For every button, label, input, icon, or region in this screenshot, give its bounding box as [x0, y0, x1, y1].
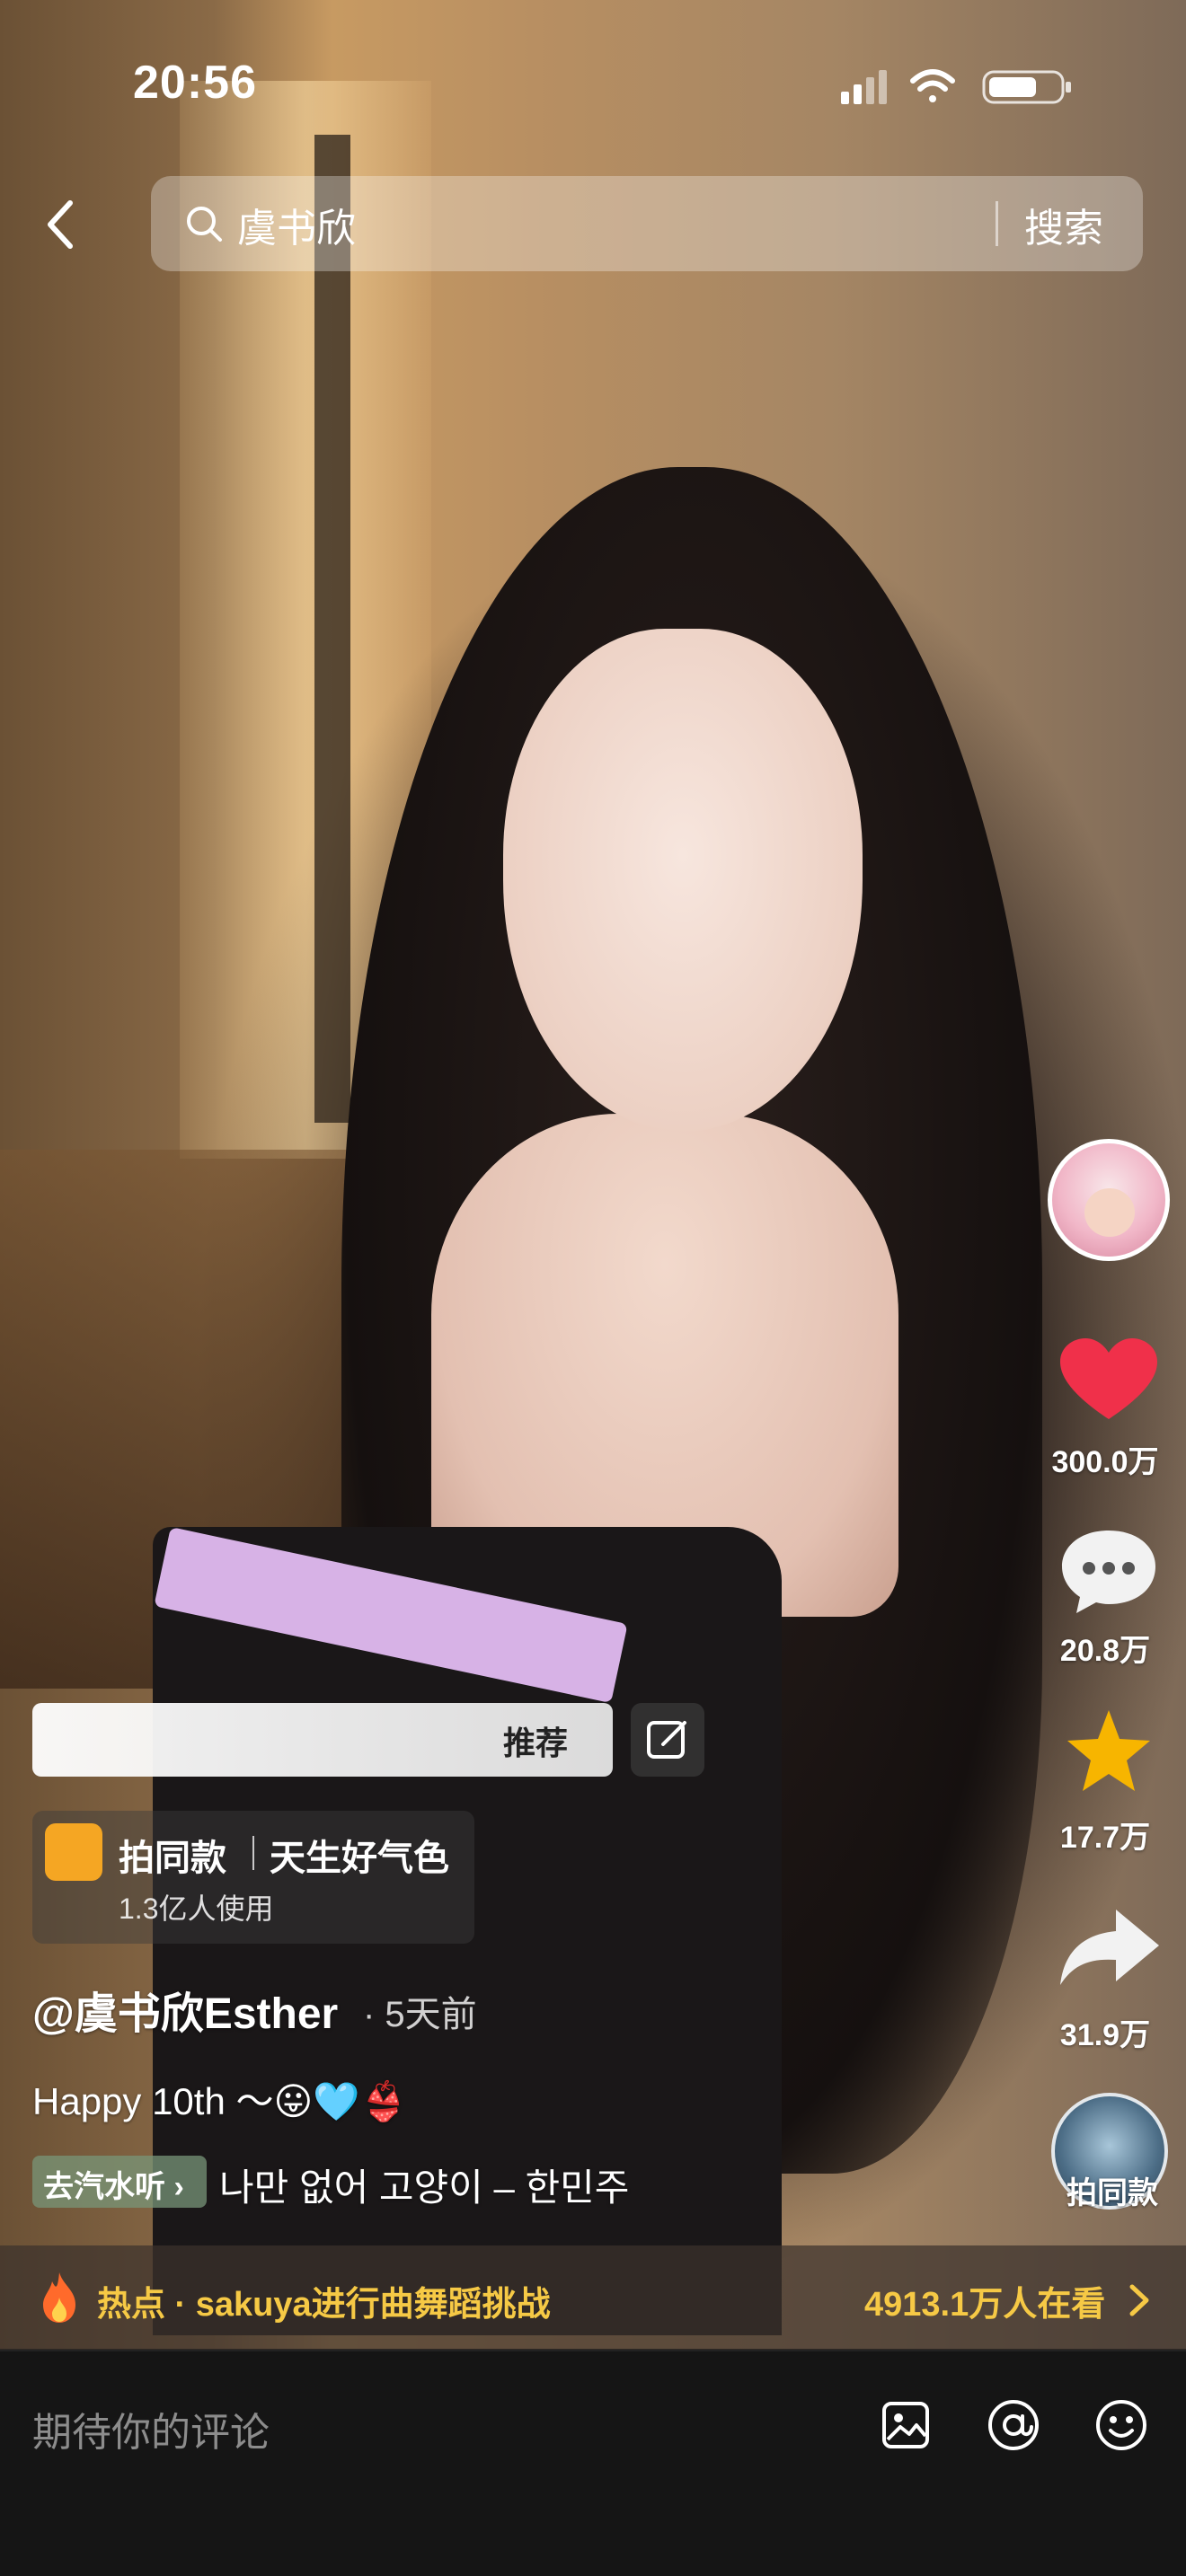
- effect-title: 拍同款: [119, 1839, 226, 1878]
- search-query: 虞书欣: [237, 207, 356, 251]
- hot-topic-text: 热点 · sakuya进行曲舞蹈挑战: [97, 2286, 551, 2324]
- music-app-pill-text: 去汽水听 ›: [43, 2170, 184, 2204]
- favorite-count: 17.7万: [1059, 1821, 1151, 1855]
- music-title[interactable]: 나만 없어 고양이 – 한민주: [219, 2157, 629, 2212]
- post-caption: Happy 10th ～😛🩵👙: [32, 2080, 407, 2122]
- share-arrow-icon: [1060, 1910, 1159, 1985]
- edit-button[interactable]: [631, 1703, 704, 1777]
- share-count: 31.9万: [1059, 2018, 1151, 2052]
- like-button[interactable]: [1048, 1337, 1170, 1426]
- heart-icon: [1060, 1338, 1157, 1419]
- effect-name: 天生好气色: [270, 1839, 449, 1878]
- mention-icon[interactable]: [985, 2396, 1042, 2454]
- emoji-icon[interactable]: [1093, 2396, 1150, 2454]
- comment-bar: [0, 2350, 1186, 2576]
- search-button[interactable]: 搜索: [1024, 196, 1103, 253]
- same-style-label[interactable]: 拍同款: [1049, 2168, 1175, 2212]
- edit-icon: [647, 1721, 686, 1759]
- author-avatar[interactable]: [1048, 1139, 1170, 1261]
- status-icons: [841, 69, 1071, 104]
- star-icon: [1067, 1710, 1150, 1791]
- chevron-left-icon: [48, 200, 73, 249]
- recommend-banner-text: 推荐: [503, 1725, 569, 1761]
- flame-icon: [43, 2272, 75, 2323]
- effect-separator: [252, 1836, 254, 1870]
- chevron-right-icon: [1129, 2284, 1149, 2316]
- hot-viewer-count: 4913.1万人在看: [864, 2286, 1106, 2324]
- comment-button[interactable]: [1048, 1527, 1170, 1617]
- comment-input[interactable]: 期待你的评论: [32, 2400, 270, 2457]
- signal-icon: [841, 70, 887, 104]
- author-name[interactable]: @虞书欣Esther: [32, 1978, 338, 2041]
- favorite-button[interactable]: [1048, 1707, 1170, 1796]
- like-count: 300.0万: [1051, 1445, 1159, 1479]
- video-person-face: [503, 629, 863, 1132]
- sparkle-icon: [45, 1823, 102, 1881]
- comment-icon: [1062, 1531, 1155, 1613]
- image-picker-icon[interactable]: [879, 2398, 933, 2452]
- effect-usage: 1.3亿人使用: [119, 1892, 274, 1925]
- post-time: · 5天前: [363, 1995, 477, 2034]
- avatar-face: [1084, 1188, 1135, 1237]
- battery-icon: [982, 70, 1071, 104]
- app-root: 20:56 虞书欣 搜索 300.0万 20.8万 17.7万 31.9万 拍同…: [0, 0, 1186, 2576]
- comment-count: 20.8万: [1059, 1634, 1151, 1668]
- wifi-icon: [910, 69, 955, 102]
- status-time: 20:56: [133, 57, 257, 109]
- share-button[interactable]: [1048, 1904, 1170, 1994]
- search-icon: [187, 207, 222, 242]
- video-door-frame: [314, 135, 350, 1123]
- back-button[interactable]: [36, 190, 93, 259]
- search-divider: [996, 201, 998, 246]
